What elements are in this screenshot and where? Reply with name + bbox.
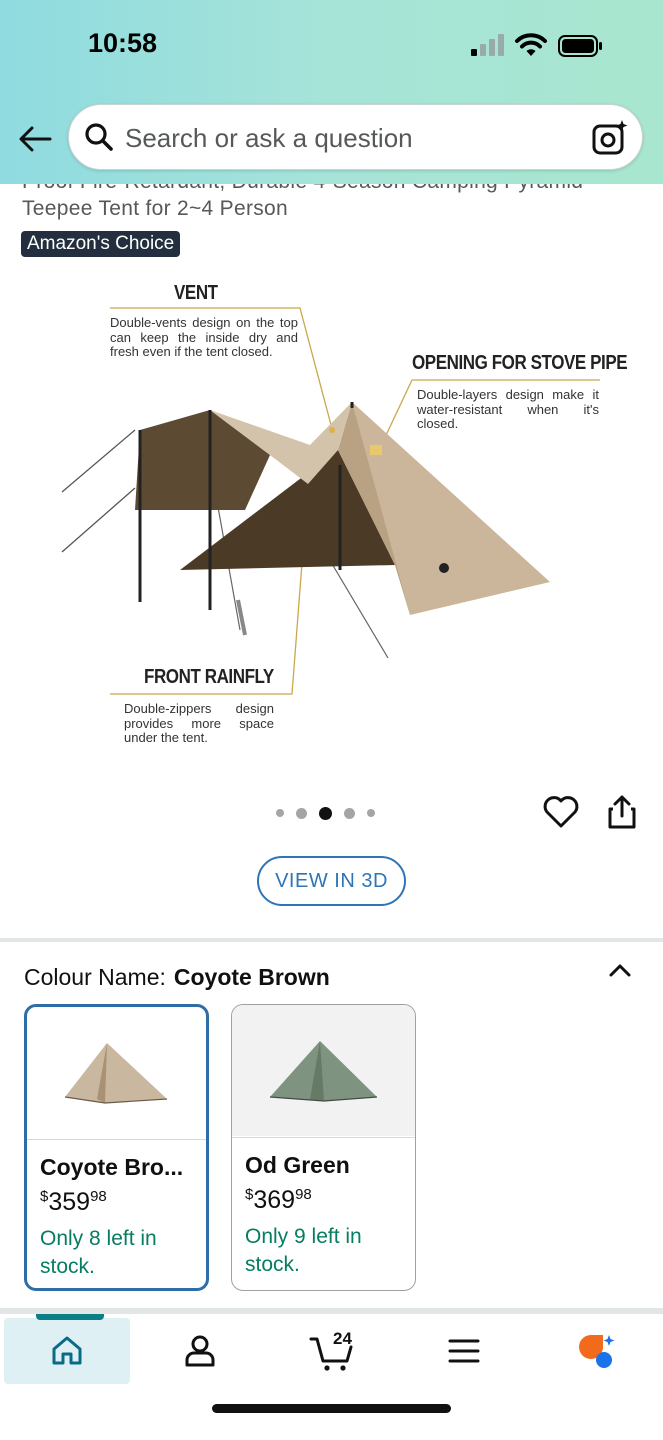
- menu-icon: [448, 1339, 480, 1363]
- wifi-icon: [515, 33, 547, 56]
- camera-lens-icon[interactable]: [591, 119, 629, 157]
- image-pagination[interactable]: [276, 804, 375, 822]
- colour-option-coyote-brown[interactable]: Coyote Bro... $35998 Only 8 left in stoc…: [24, 1004, 209, 1291]
- app-header: 10:58: [0, 0, 663, 184]
- chevron-up-icon[interactable]: [606, 958, 634, 982]
- pagination-dot-active[interactable]: [319, 806, 332, 820]
- swatch-name: Od Green: [245, 1152, 350, 1178]
- swatch-price: $35998: [40, 1188, 107, 1217]
- share-icon[interactable]: [605, 794, 639, 830]
- cart-count: 24: [333, 1329, 352, 1348]
- colour-option-od-green[interactable]: Od Green $36998 Only 9 left in stock.: [231, 1004, 416, 1291]
- heart-icon[interactable]: [542, 794, 580, 830]
- price-fraction: 98: [295, 1186, 312, 1203]
- pagination-dot[interactable]: [276, 809, 284, 817]
- amazons-choice-badge: Amazon's Choice: [21, 231, 181, 257]
- back-arrow-icon: [19, 126, 52, 152]
- swatch-price: $36998: [245, 1186, 312, 1215]
- nav-home[interactable]: [4, 1314, 130, 1384]
- search-bar[interactable]: [68, 104, 643, 170]
- swatch-image: [232, 1005, 415, 1136]
- status-time: 10:58: [88, 28, 158, 58]
- account-icon: [185, 1335, 215, 1367]
- colour-name-label: Colour Name: Coyote Brown: [24, 964, 330, 991]
- nav-menu[interactable]: [414, 1318, 514, 1384]
- nav-rufus[interactable]: [546, 1318, 646, 1384]
- stove-annotation-title: OPENING FOR STOVE PIPE: [412, 352, 628, 374]
- search-input[interactable]: [125, 118, 565, 158]
- nav-account[interactable]: [150, 1318, 250, 1384]
- stock-status: Only 8 left in stock.: [40, 1227, 157, 1278]
- tent-thumbnail: [64, 1043, 168, 1104]
- colour-selected-value: Coyote Brown: [173, 964, 330, 990]
- colour-label-text: Colour Name:: [24, 964, 166, 990]
- back-button[interactable]: [14, 118, 56, 160]
- view-in-3d-button[interactable]: VIEW IN 3D: [257, 856, 406, 906]
- price-whole: 369: [253, 1186, 296, 1214]
- vent-annotation-title: VENT: [174, 282, 218, 304]
- home-icon: [52, 1336, 82, 1365]
- rainfly-annotation-title: FRONT RAINFLY: [144, 666, 274, 688]
- swatch-divider: [232, 1137, 415, 1138]
- vent-annotation-text: Double-vents design on the top can keep …: [110, 315, 298, 359]
- home-indicator: [212, 1404, 451, 1413]
- swatch-name: Coyote Bro...: [40, 1154, 184, 1180]
- nav-cart[interactable]: 24: [282, 1318, 382, 1384]
- pagination-dot[interactable]: [296, 807, 307, 819]
- swatch-image: [27, 1007, 206, 1139]
- cart-wrapper: 24: [307, 1329, 357, 1373]
- battery-icon: [558, 35, 602, 57]
- product-title: Teepee Tent for 2~4 Person: [22, 197, 289, 220]
- pagination-dot[interactable]: [367, 809, 375, 817]
- pagination-dot[interactable]: [344, 807, 355, 819]
- cellular-signal-icon: [471, 34, 504, 56]
- stock-status: Only 9 left in stock.: [245, 1225, 362, 1276]
- search-icon: [85, 123, 113, 151]
- tent-thumbnail: [269, 1041, 378, 1102]
- rufus-icon: [579, 1335, 615, 1368]
- price-whole: 359: [48, 1188, 91, 1216]
- rainfly-annotation-text: Double-zippers design provides more spac…: [124, 701, 274, 745]
- swatch-divider: [27, 1139, 206, 1140]
- stove-annotation-text: Double-layers design make it water-resis…: [417, 387, 599, 431]
- product-image[interactable]: VENT Double-vents design on the top can …: [40, 270, 640, 760]
- price-fraction: 98: [90, 1188, 107, 1205]
- bottom-nav: 24: [0, 1314, 663, 1440]
- section-divider: [0, 938, 663, 942]
- nav-active-indicator: [36, 1314, 104, 1320]
